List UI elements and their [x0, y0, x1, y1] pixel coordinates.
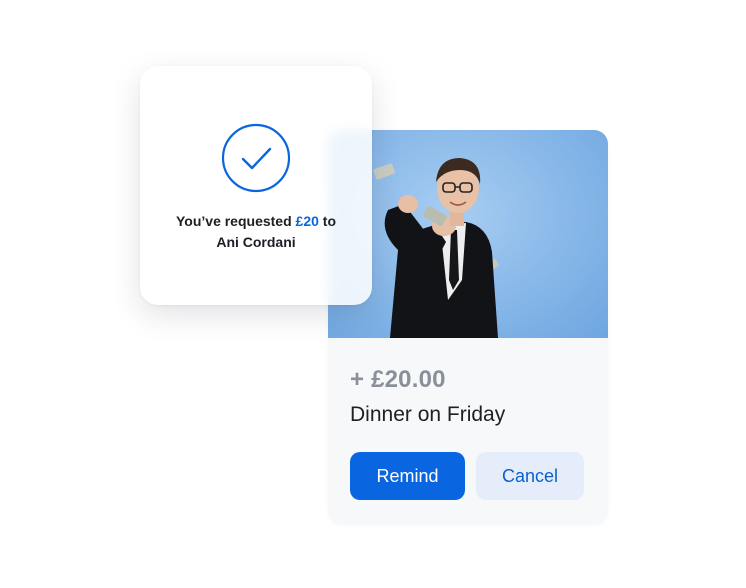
- request-amount: + £20.00: [350, 366, 446, 393]
- request-confirmation-card: You’ve requested £20 to Ani Cordani: [140, 66, 372, 305]
- confirmation-prefix: You’ve requested: [175, 213, 292, 229]
- remind-button[interactable]: Remind: [350, 452, 465, 500]
- confirmation-recipient: Ani Cordani: [216, 234, 296, 250]
- cancel-button[interactable]: Cancel: [476, 452, 584, 500]
- check-circle-icon: [221, 123, 291, 193]
- confirmation-amount: £20: [295, 213, 319, 229]
- confirmation-message: You’ve requested £20 to Ani Cordani: [152, 211, 360, 253]
- request-description: Dinner on Friday: [350, 403, 506, 426]
- confirmation-middle: to: [322, 213, 337, 229]
